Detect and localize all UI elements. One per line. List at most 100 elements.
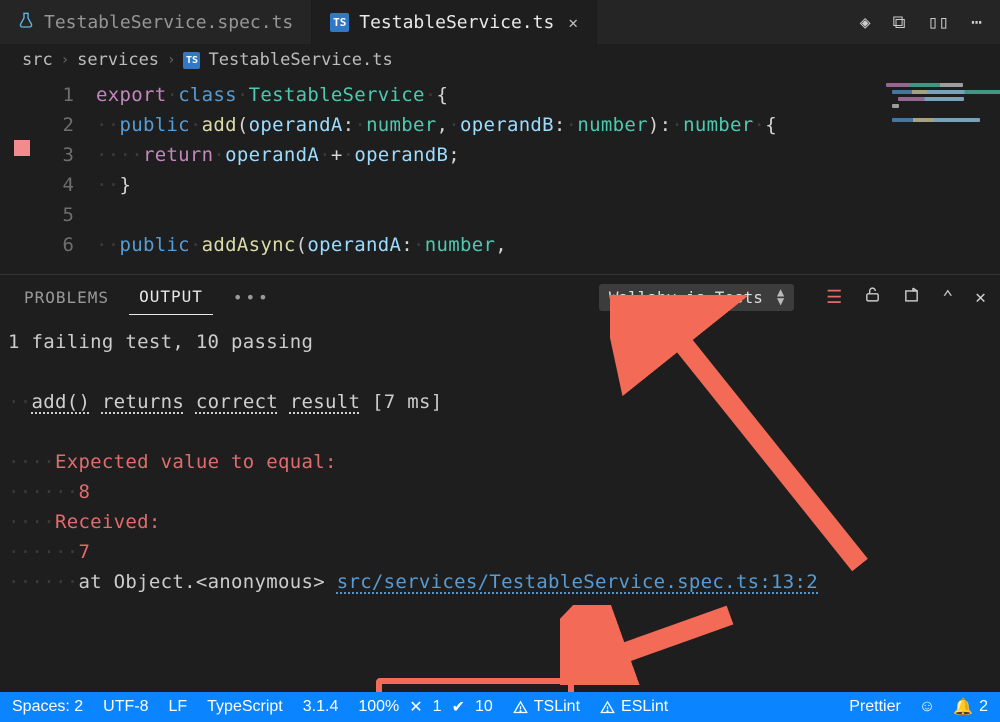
flask-icon <box>18 12 34 32</box>
panel-tab-problems[interactable]: PROBLEMS <box>14 280 119 315</box>
wallaby-pass: 10 <box>475 698 493 716</box>
tok: number <box>577 114 647 136</box>
tok: operandA <box>225 144 319 166</box>
tok: number <box>683 114 753 136</box>
tok: { <box>765 114 777 136</box>
tok: , <box>495 234 507 256</box>
title-actions: ◈ ⧉ ▯▯ ⋯ <box>860 12 1000 33</box>
panel-actions: ☰ ⌃ ✕ <box>804 286 986 308</box>
tok: return <box>143 144 213 166</box>
filter-icon[interactable]: ☰ <box>826 287 842 308</box>
notification-count: 2 <box>979 698 988 716</box>
tok: number <box>366 114 436 136</box>
lock-icon[interactable] <box>864 286 881 308</box>
line-number: 6 <box>0 230 74 260</box>
tok: public <box>119 114 189 136</box>
status-prettier[interactable]: Prettier <box>849 698 901 716</box>
bottom-panel: PROBLEMS OUTPUT ••• Wallaby.js Tests ▲▼ … <box>0 274 1000 674</box>
code-area[interactable]: export·class·TestableService·{ ··public·… <box>96 76 777 274</box>
tab-file-ts[interactable]: TS TestableService.ts ✕ <box>312 0 597 44</box>
wallaby-pct: 100% <box>358 698 399 716</box>
chevron-updown-icon: ▲▼ <box>777 288 784 306</box>
error-line: Expected value to equal: <box>55 451 337 473</box>
line-number: 1 <box>0 80 74 110</box>
tok: operandB <box>460 114 554 136</box>
panel-tab-output[interactable]: OUTPUT <box>129 279 213 315</box>
chevron-right-icon: › <box>167 52 175 68</box>
status-spaces[interactable]: Spaces: 2 <box>12 698 83 716</box>
test-duration: [7 ms] <box>372 391 442 413</box>
tok: TestableService <box>249 84 425 106</box>
status-language[interactable]: TypeScript <box>207 698 283 716</box>
crumb[interactable]: src <box>22 50 53 70</box>
line-number: 2 <box>0 110 74 140</box>
status-bar: Spaces: 2 UTF-8 LF TypeScript 3.1.4 100%… <box>0 692 1000 722</box>
output-body[interactable]: 1 failing test, 10 passing ··add() retur… <box>0 319 1000 597</box>
tok: } <box>119 174 131 196</box>
chevron-up-icon[interactable]: ⌃ <box>942 287 953 308</box>
stack-prefix: at Object.<anonymous> <box>78 571 325 593</box>
status-wallaby[interactable]: 100% ✕ 1 ✔ 10 <box>358 697 492 717</box>
line-gutter: 1 2 3 4 5 6 <box>0 76 96 274</box>
tab-label: TestableService.spec.ts <box>44 12 293 33</box>
editor-tabs: TestableService.spec.ts TS TestableServi… <box>0 0 1000 44</box>
test-summary: 1 failing test, 10 passing <box>8 331 313 353</box>
tok: ; <box>448 144 460 166</box>
tok: operandA <box>249 114 343 136</box>
ts-icon: TS <box>183 52 200 69</box>
status-encoding[interactable]: UTF-8 <box>103 698 148 716</box>
status-label: ESLint <box>621 698 668 716</box>
status-label: TSLint <box>534 698 580 716</box>
status-feedback[interactable]: ☺ <box>919 698 935 716</box>
status-eslint[interactable]: ESLint <box>600 698 668 716</box>
crumb[interactable]: TestableService.ts <box>208 50 392 70</box>
code-editor[interactable]: 1 2 3 4 5 6 export·class·TestableService… <box>0 76 1000 274</box>
tok: + <box>331 144 343 166</box>
annotation-arrow <box>560 605 760 685</box>
breadcrumb[interactable]: src › services › TS TestableService.ts <box>0 44 1000 76</box>
line-number: 3 <box>0 140 74 170</box>
tok: public <box>119 234 189 256</box>
tok: { <box>436 84 448 106</box>
compare-icon[interactable]: ◈ <box>860 12 871 33</box>
tok: addAsync <box>202 234 296 256</box>
crumb[interactable]: services <box>77 50 159 70</box>
coverage-marker <box>14 140 30 156</box>
minimap[interactable] <box>886 80 996 158</box>
status-tslint[interactable]: TSLint <box>513 698 580 716</box>
tab-label: TestableService.ts <box>359 12 554 33</box>
tok: operandA <box>307 234 401 256</box>
clear-icon[interactable] <box>903 286 920 308</box>
status-eol[interactable]: LF <box>168 698 187 716</box>
layout-icon[interactable]: ▯▯ <box>927 12 949 33</box>
tok: number <box>425 234 495 256</box>
status-ts-version[interactable]: 3.1.4 <box>303 698 339 716</box>
close-icon[interactable]: ✕ <box>568 13 578 32</box>
error-expected: 8 <box>78 481 90 503</box>
split-icon[interactable]: ⧉ <box>893 12 906 33</box>
output-channel-select[interactable]: Wallaby.js Tests ▲▼ <box>599 284 794 311</box>
wallaby-fail: 1 <box>433 698 442 716</box>
tok: class <box>178 84 237 106</box>
more-icon[interactable]: ⋯ <box>971 12 982 33</box>
tok: operandB <box>354 144 448 166</box>
output-channel-label: Wallaby.js Tests <box>609 288 763 307</box>
failing-test-name[interactable]: add() returns correct result <box>31 391 360 413</box>
fail-icon: ✕ <box>409 697 422 717</box>
stack-link[interactable]: src/services/TestableService.spec.ts:13:… <box>337 571 818 593</box>
line-number: 4 <box>0 170 74 200</box>
line-number: 5 <box>0 200 74 230</box>
bell-icon: 🔔 <box>953 697 973 717</box>
chevron-right-icon: › <box>61 52 69 68</box>
close-panel-icon[interactable]: ✕ <box>975 287 986 308</box>
ts-icon: TS <box>330 13 349 32</box>
panel-tab-more[interactable]: ••• <box>223 280 281 315</box>
tok: add <box>202 114 237 136</box>
error-received: 7 <box>78 541 90 563</box>
tab-file-spec[interactable]: TestableService.spec.ts <box>0 0 312 44</box>
tok: export <box>96 84 166 106</box>
pass-icon: ✔ <box>452 697 465 717</box>
status-notifications[interactable]: 🔔 2 <box>953 697 988 717</box>
panel-tabs: PROBLEMS OUTPUT ••• Wallaby.js Tests ▲▼ … <box>0 275 1000 319</box>
error-line: Received: <box>55 511 161 533</box>
